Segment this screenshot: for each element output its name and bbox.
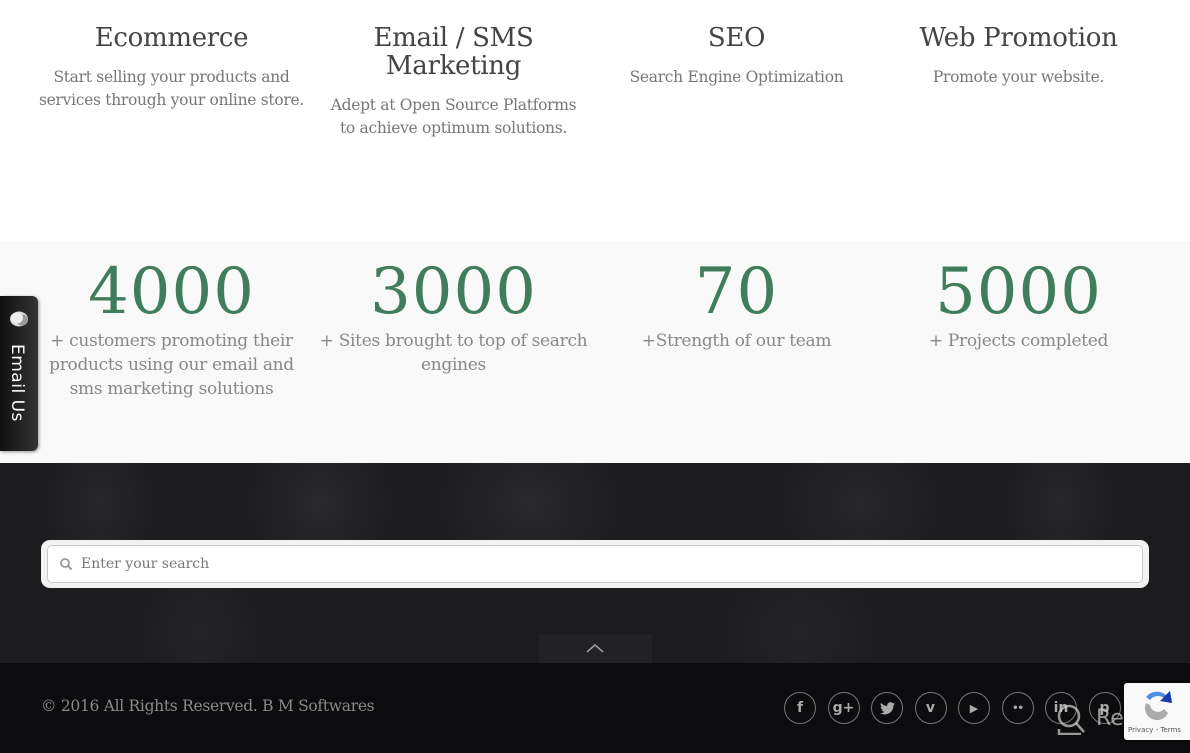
stat-customers: 4000 + customers promoting their product… — [30, 257, 313, 401]
search-field-frame — [47, 545, 1143, 583]
stat-sites: 3000 + Sites brought to top of search en… — [312, 257, 595, 377]
search-box — [41, 540, 1149, 588]
stat-value: 5000 — [935, 255, 1102, 329]
stat-value: 70 — [694, 255, 779, 329]
youtube-icon[interactable]: ▶ — [958, 692, 990, 724]
vimeo-icon[interactable]: v — [914, 692, 947, 724]
recaptcha-terms-link[interactable]: Privacy - Terms — [1128, 726, 1181, 734]
chat-bubble-icon — [10, 311, 28, 327]
chevron-up-icon — [586, 643, 604, 653]
stat-label: + customers promoting their products usi… — [49, 331, 294, 399]
watermark-logo-icon — [1057, 704, 1085, 736]
google-plus-icon[interactable]: g+ — [827, 692, 860, 724]
facebook-icon[interactable]: f — [784, 692, 816, 724]
search-icon — [60, 558, 73, 571]
stat-value: 3000 — [370, 255, 537, 329]
service-title: Ecommerce — [94, 23, 249, 53]
service-title: Web Promotion — [919, 23, 1118, 53]
stats-section: 4000 + customers promoting their product… — [0, 241, 1190, 463]
email-us-tab[interactable]: Email Us — [0, 296, 38, 451]
service-title: SEO — [707, 23, 766, 53]
stat-team: 70 +Strength of our team — [595, 257, 878, 353]
footer: © 2016 All Rights Reserved. B M Software… — [0, 663, 1190, 753]
recaptcha-logo-icon — [1144, 691, 1172, 721]
stat-projects: 5000 + Projects completed — [877, 257, 1160, 353]
copyright-text: © 2016 All Rights Reserved. B M Software… — [41, 697, 375, 715]
service-description: Promote your website. — [932, 68, 1105, 86]
twitter-icon[interactable] — [871, 692, 903, 724]
service-description: Adept at Open Source Platforms to achiev… — [330, 96, 577, 137]
flickr-icon[interactable]: •• — [1001, 692, 1034, 724]
service-description: Search Engine Optimization — [629, 68, 844, 86]
search-input[interactable] — [81, 546, 1081, 582]
recaptcha-badge[interactable]: Privacy - Terms — [1124, 683, 1190, 740]
service-title: Email / SMS Marketing — [373, 23, 534, 81]
service-email-sms: Email / SMS Marketing Adept at Open Sour… — [312, 0, 595, 140]
service-web-promotion: Web Promotion Promote your website. — [877, 0, 1160, 89]
service-description: Start selling your products and services… — [39, 68, 304, 109]
stat-label: +Strength of our team — [641, 331, 832, 351]
twitter-bird-glyph — [879, 701, 895, 714]
stat-label: + Sites brought to top of search engines — [319, 331, 588, 375]
stat-label: + Projects completed — [928, 331, 1109, 351]
scroll-to-top-button[interactable] — [539, 634, 652, 663]
search-band — [0, 463, 1190, 663]
services-section: Ecommerce Start selling your products an… — [0, 0, 1190, 241]
service-seo: SEO Search Engine Optimization — [595, 0, 878, 89]
service-ecommerce: Ecommerce Start selling your products an… — [30, 0, 313, 112]
email-us-label: Email Us — [7, 344, 27, 422]
stat-value: 4000 — [88, 255, 255, 329]
